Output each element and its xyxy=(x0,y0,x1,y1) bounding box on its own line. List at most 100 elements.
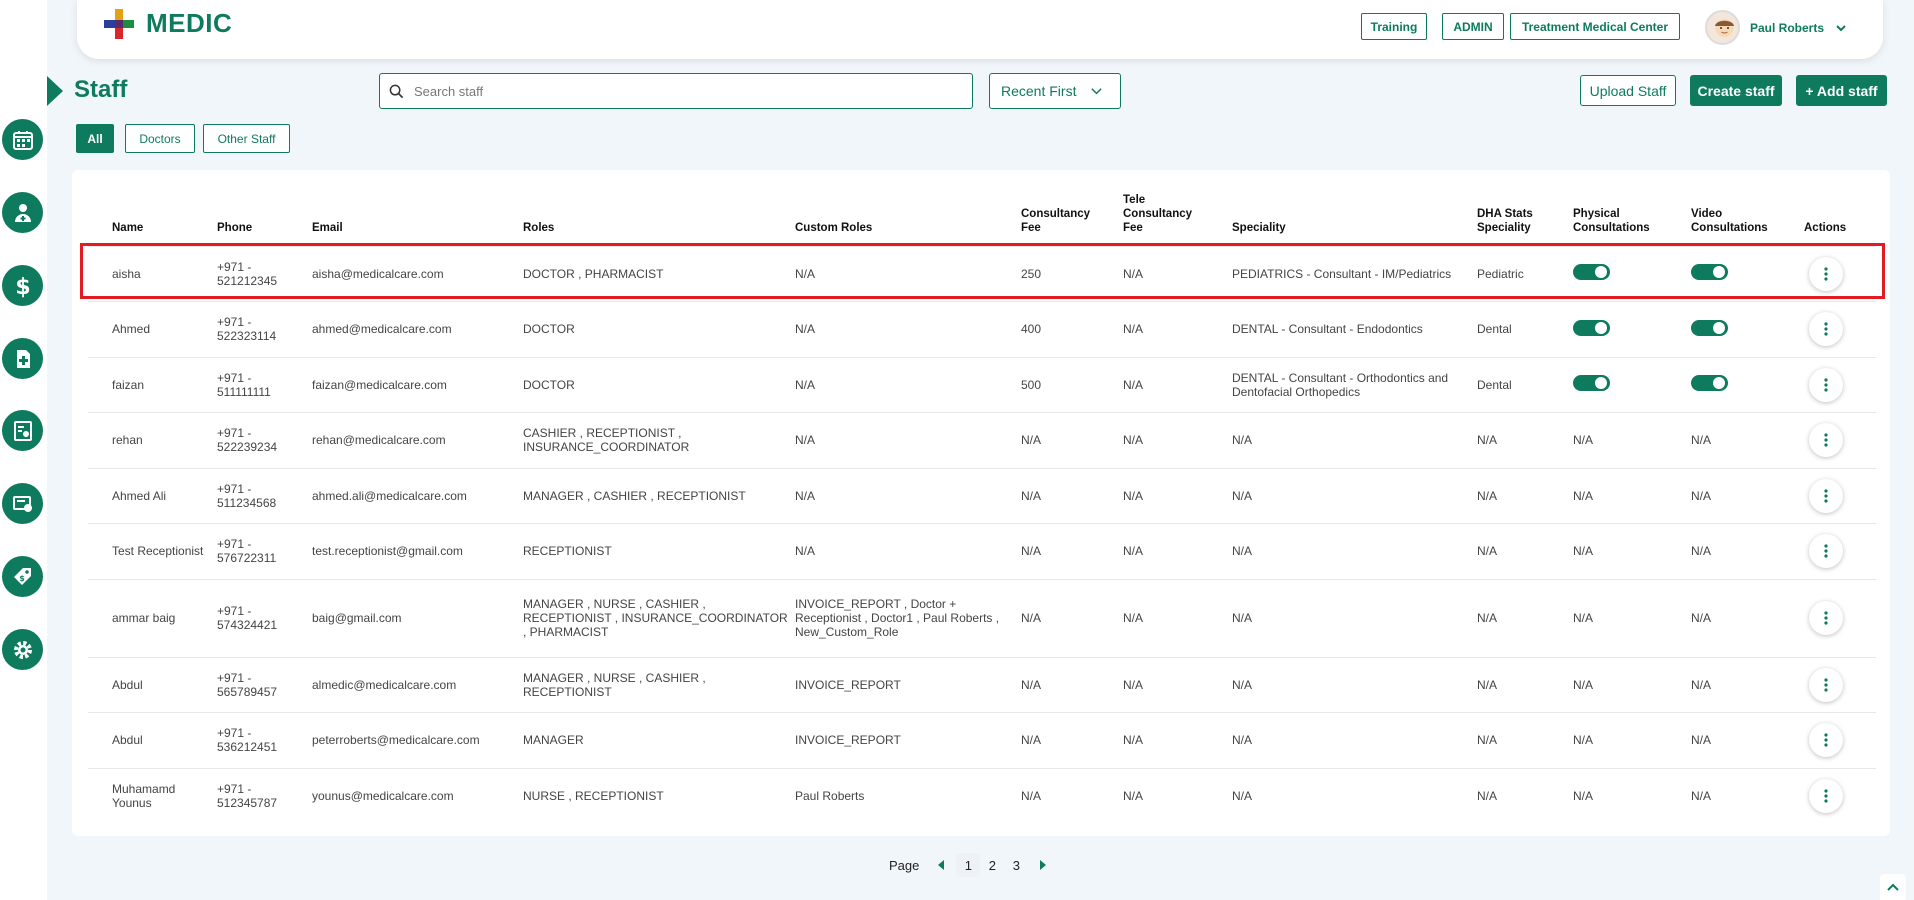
cell-speciality: N/A xyxy=(1232,767,1477,824)
table-row[interactable]: faizan +971 - 511111111 faizan@medicalcare… xyxy=(88,356,1876,413)
more-actions-button[interactable] xyxy=(1809,423,1843,458)
medic-cross-icon xyxy=(104,8,134,39)
cell-fee: 400 xyxy=(1021,301,1123,357)
add-staff-button[interactable]: + Add staff xyxy=(1796,75,1887,106)
filter-doctors[interactable]: Doctors xyxy=(125,124,195,153)
cell-email: aisha@medicalcare.com xyxy=(312,245,523,302)
report-icon[interactable] xyxy=(2,410,43,451)
search-box[interactable] xyxy=(379,73,973,109)
cell-roles: RECEPTIONIST xyxy=(523,523,795,579)
staff-table-card: Name Phone Email Roles Custom Roles Cons… xyxy=(72,170,1890,836)
video-toggle[interactable] xyxy=(1691,375,1728,392)
kebab-icon xyxy=(1824,611,1828,625)
kebab-icon xyxy=(1824,733,1828,747)
physical-toggle[interactable] xyxy=(1573,375,1610,392)
page-3[interactable]: 3 xyxy=(1004,853,1028,877)
cell-tele-fee: N/A xyxy=(1123,712,1232,768)
gear-icon[interactable] xyxy=(2,629,43,670)
cell-speciality: N/A xyxy=(1232,712,1477,768)
more-actions-button[interactable] xyxy=(1809,779,1843,813)
table-row[interactable]: rehan +971 - 522239234 rehan@medicalcare.c… xyxy=(88,412,1876,468)
table-row[interactable]: aisha +971 - 521212345 aisha@medicalcare.c… xyxy=(88,245,1876,302)
cell-name: Abdul xyxy=(88,712,217,768)
cell-name: Muhamamd Younus xyxy=(88,767,217,824)
cell-video: N/A xyxy=(1691,412,1804,468)
admin-button[interactable]: ADMIN xyxy=(1442,13,1504,40)
page-1[interactable]: 1 xyxy=(956,853,981,877)
sort-select[interactable]: Recent First xyxy=(989,73,1121,109)
cell-tele-fee: N/A xyxy=(1123,301,1232,357)
table-row[interactable]: Muhamamd Younus +971 - 512345787 younus@me… xyxy=(88,767,1876,824)
more-actions-button[interactable] xyxy=(1809,256,1843,291)
table-row[interactable]: ammar baig +971 - 574324421 baig@gmail.com… xyxy=(88,578,1876,657)
more-actions-button[interactable] xyxy=(1809,667,1843,702)
facility-button[interactable]: Treatment Medical Center xyxy=(1510,13,1680,40)
dollar-icon[interactable]: $ xyxy=(2,265,43,306)
calendar-icon[interactable] xyxy=(2,119,43,160)
header-physical: Physical Consultations xyxy=(1573,188,1691,246)
table-row[interactable]: Ahmed +971 - 522323114 ahmed@medicalcare.c… xyxy=(88,301,1876,357)
create-staff-button[interactable]: Create staff xyxy=(1690,75,1782,106)
scroll-top-button[interactable] xyxy=(1880,874,1906,900)
table-row[interactable]: Abdul +971 - 565789457 almedic@medicalcare… xyxy=(88,656,1876,713)
user-menu[interactable]: Paul Roberts xyxy=(1705,10,1848,45)
search-input[interactable] xyxy=(414,83,954,99)
cell-email: faizan@medicalcare.com xyxy=(312,356,523,413)
upload-staff-button[interactable]: Upload Staff xyxy=(1580,75,1676,106)
physical-toggle[interactable] xyxy=(1573,264,1610,281)
more-actions-button[interactable] xyxy=(1809,534,1843,569)
cell-dha: N/A xyxy=(1477,412,1573,468)
actions-cell xyxy=(1804,523,1876,579)
header-name: Name xyxy=(112,221,144,234)
tag-icon[interactable]: $ xyxy=(2,556,43,597)
cell-name: rehan xyxy=(88,412,217,468)
more-actions-button[interactable] xyxy=(1809,723,1843,758)
filter-all[interactable]: All xyxy=(76,124,114,153)
top-header: MEDIC Training ADMIN Treatment Medical C… xyxy=(77,0,1883,59)
cell-fee: N/A xyxy=(1021,578,1123,657)
header-speciality: Speciality xyxy=(1232,221,1286,234)
cell-video: N/A xyxy=(1691,767,1804,824)
cell-email: peterroberts@medicalcare.com xyxy=(312,712,523,768)
actions-cell xyxy=(1804,245,1876,302)
physical-toggle[interactable] xyxy=(1573,319,1610,336)
filter-other-staff[interactable]: Other Staff xyxy=(203,124,290,153)
cell-email: ahmed@medicalcare.com xyxy=(312,301,523,357)
page-2[interactable]: 2 xyxy=(980,853,1004,877)
more-actions-button[interactable] xyxy=(1809,601,1843,635)
doctor-icon[interactable] xyxy=(2,192,43,233)
cell-tele-fee: N/A xyxy=(1123,656,1232,713)
cell-roles: MANAGER xyxy=(523,712,795,768)
cell-custom-roles: N/A xyxy=(795,245,1021,302)
more-actions-button[interactable] xyxy=(1809,312,1843,347)
video-toggle[interactable] xyxy=(1691,319,1728,336)
more-actions-button[interactable] xyxy=(1809,478,1843,513)
more-actions-button[interactable] xyxy=(1809,367,1843,402)
cell-custom-roles: N/A xyxy=(795,523,1021,579)
prev-page-icon[interactable] xyxy=(938,860,945,870)
table-row[interactable]: Abdul +971 - 536212451 peterroberts@medica… xyxy=(88,712,1876,768)
chevron-down-icon xyxy=(1091,87,1103,94)
video-toggle[interactable] xyxy=(1691,264,1728,281)
cell-name: Ahmed xyxy=(88,301,217,357)
billing-icon[interactable] xyxy=(2,483,43,524)
logo[interactable]: MEDIC xyxy=(104,8,232,39)
next-page-icon[interactable] xyxy=(1040,860,1047,870)
cell-name: Ahmed Ali xyxy=(88,467,217,524)
cell-dha: Pediatric xyxy=(1477,245,1573,302)
actions-cell xyxy=(1804,301,1876,357)
cell-name: aisha xyxy=(88,245,217,302)
title-arrow-icon xyxy=(47,76,63,106)
header-fee-line: Consultancy xyxy=(1021,207,1091,220)
medical-file-icon[interactable] xyxy=(2,338,43,379)
cell-tele-fee: N/A xyxy=(1123,356,1232,413)
table-row[interactable]: Ahmed Ali +971 - 511234568 ahmed.ali@medic… xyxy=(88,467,1876,524)
cell-fee: 500 xyxy=(1021,356,1123,413)
cell-email: almedic@medicalcare.com xyxy=(312,656,523,713)
cell-email: rehan@medicalcare.com xyxy=(312,412,523,468)
cell-tele-fee: N/A xyxy=(1123,412,1232,468)
training-button[interactable]: Training xyxy=(1361,13,1427,40)
table-row[interactable]: Test Receptionist +971 - 576722311 test.re… xyxy=(88,523,1876,579)
actions-cell xyxy=(1804,412,1876,468)
physical-consultation-cell xyxy=(1573,356,1691,413)
